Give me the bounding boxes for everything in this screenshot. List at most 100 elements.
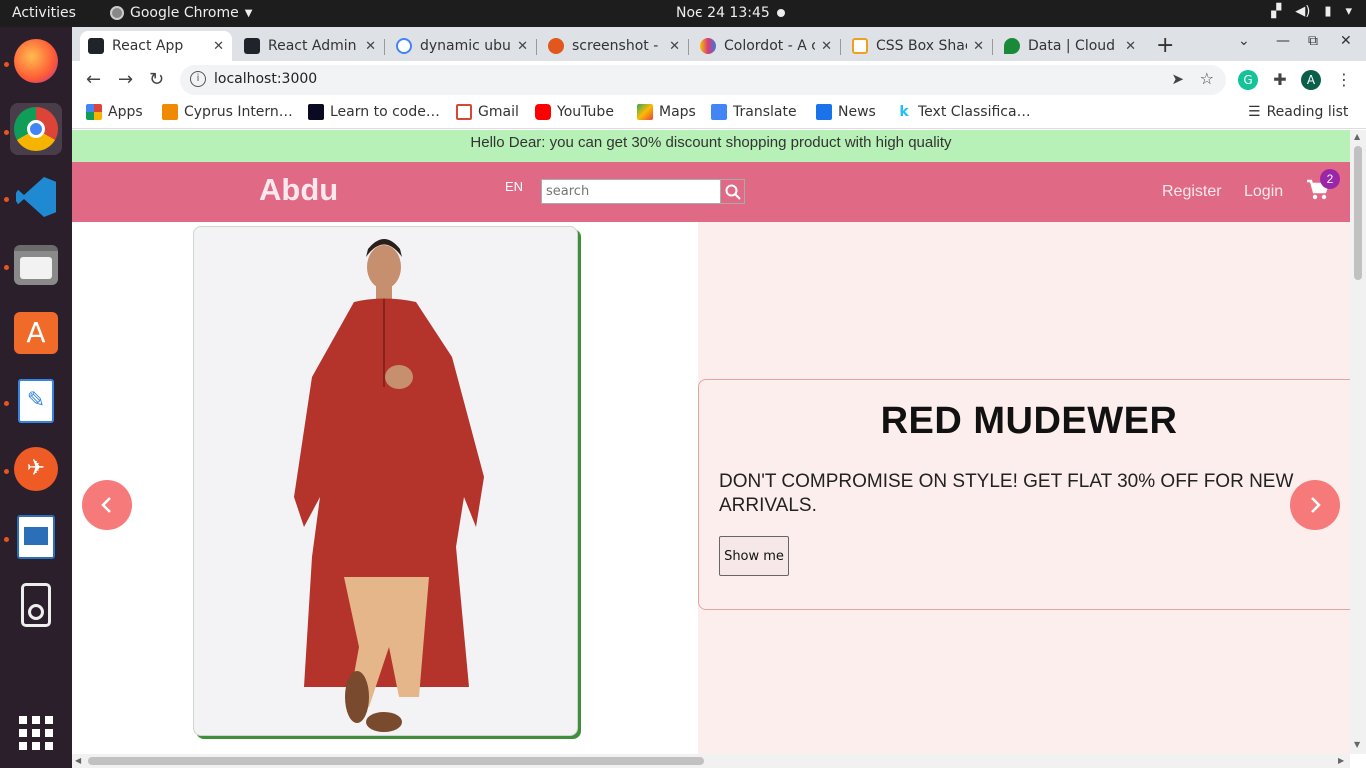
kaggle-icon: k xyxy=(896,104,912,120)
running-indicator xyxy=(4,130,9,135)
hero-slider: RED MUDEWER DON'T COMPROMISE ON STYLE! G… xyxy=(72,222,1350,754)
notification-dot-icon xyxy=(777,9,785,17)
postman-icon[interactable]: ✈ xyxy=(10,443,62,495)
bookmark-label: Translate xyxy=(733,104,797,120)
slide-title: RED MUDEWER xyxy=(880,400,1178,442)
app-grid-icon[interactable] xyxy=(10,707,62,759)
close-icon[interactable]: ✕ xyxy=(213,39,224,54)
reading-list-button[interactable]: ☰ Reading list xyxy=(1248,104,1348,120)
tray-caret-icon: ▾ xyxy=(1345,4,1352,19)
restore-icon[interactable]: ⧉ xyxy=(1308,33,1318,49)
close-icon[interactable]: ✕ xyxy=(973,39,984,54)
close-icon[interactable]: ✕ xyxy=(517,39,528,54)
tab-dynamic-ubuntu[interactable]: dynamic ubu ✕ xyxy=(388,31,536,61)
scroll-left-icon[interactable]: ◀ xyxy=(75,756,81,765)
apps-grid-icon xyxy=(86,104,102,120)
reading-list-icon: ☰ xyxy=(1248,104,1261,120)
cyprus-icon xyxy=(162,104,178,120)
slide-info-card: RED MUDEWER DON'T COMPROMISE ON STYLE! G… xyxy=(698,379,1350,610)
search-icon xyxy=(725,184,741,200)
profile-avatar[interactable]: A xyxy=(1301,70,1321,90)
tab-react-app[interactable]: React App ✕ xyxy=(80,31,232,61)
gmail-icon xyxy=(456,104,472,120)
scroll-right-icon[interactable]: ▶ xyxy=(1338,756,1344,765)
writer-icon[interactable] xyxy=(10,511,62,563)
show-me-button[interactable]: Show me xyxy=(719,536,789,576)
login-link[interactable]: Login xyxy=(1244,183,1283,201)
tab-data-cloud[interactable]: Data | Cloud ✕ xyxy=(996,31,1144,61)
slide-description: DON'T COMPROMISE ON STYLE! GET FLAT 30% … xyxy=(719,471,1294,516)
tab-strip: React App ✕ React Admin ✕ dynamic ubu ✕ … xyxy=(72,27,1366,61)
language-selector[interactable]: EN xyxy=(505,179,523,194)
site-logo[interactable]: Abdu xyxy=(259,172,338,208)
url-text[interactable]: localhost:3000 xyxy=(214,71,317,87)
vertical-scrollbar[interactable]: ▲ ▼ xyxy=(1350,130,1366,754)
app-menu-label: Google Chrome xyxy=(130,5,239,21)
address-bar[interactable]: i localhost:3000 ➤ ☆ xyxy=(180,65,1226,95)
bookmark-translate[interactable]: Translate xyxy=(711,104,797,120)
dock: A ✎ ✈ xyxy=(0,27,72,768)
bookmark-apps[interactable]: Apps xyxy=(86,104,143,120)
clock[interactable]: Noє 24 13:45 xyxy=(676,5,770,21)
scroll-up-icon[interactable]: ▲ xyxy=(1354,132,1360,141)
chevron-left-icon xyxy=(101,497,111,513)
reading-list-label: Reading list xyxy=(1266,104,1349,120)
reload-icon[interactable]: ↻ xyxy=(149,69,164,90)
site-info-icon[interactable]: i xyxy=(190,71,206,87)
tab-react-admin[interactable]: React Admin ✕ xyxy=(236,31,384,61)
running-indicator xyxy=(4,265,9,270)
forward-icon[interactable]: → xyxy=(118,69,133,90)
software-center-icon[interactable]: A xyxy=(10,307,62,359)
bookmark-news[interactable]: News xyxy=(816,104,876,120)
close-window-icon[interactable]: ✕ xyxy=(1340,33,1352,49)
search-input[interactable] xyxy=(542,180,720,203)
extensions-icon[interactable]: ✚ xyxy=(1270,70,1290,90)
close-icon[interactable]: ✕ xyxy=(669,39,680,54)
app-menu[interactable]: Google Chrome ▼ xyxy=(110,5,252,21)
bookmark-maps[interactable]: Maps xyxy=(637,104,696,120)
bookmark-cyprus-intern[interactable]: Cyprus Intern… xyxy=(162,104,293,120)
vscode-icon[interactable] xyxy=(10,171,62,223)
search-box xyxy=(541,179,745,204)
close-icon[interactable]: ✕ xyxy=(1125,39,1136,54)
grammarly-icon[interactable]: G xyxy=(1238,70,1258,90)
vertical-scroll-thumb[interactable] xyxy=(1354,146,1362,280)
bookmark-star-icon[interactable]: ☆ xyxy=(1200,69,1214,88)
files-icon[interactable] xyxy=(10,239,62,291)
tab-colordot[interactable]: Colordot - A c ✕ xyxy=(692,31,840,61)
bookmark-youtube[interactable]: YouTube xyxy=(535,104,614,120)
bookmark-gmail[interactable]: Gmail xyxy=(456,104,519,120)
horizontal-scrollbar[interactable]: ◀ ▶ xyxy=(72,754,1350,768)
bookmark-text-classification[interactable]: k Text Classifica… xyxy=(896,104,1031,120)
running-indicator xyxy=(4,537,9,542)
system-tray[interactable]: ▞ ◀) ▮ ▾ xyxy=(1271,4,1352,19)
close-icon[interactable]: ✕ xyxy=(821,39,832,54)
minimize-icon[interactable]: — xyxy=(1276,33,1290,49)
search-button[interactable] xyxy=(720,180,744,203)
chrome-icon[interactable] xyxy=(10,103,62,155)
tab-separator xyxy=(536,39,537,55)
register-link[interactable]: Register xyxy=(1162,183,1222,201)
chrome-small-icon xyxy=(110,6,124,20)
bookmark-label: News xyxy=(838,104,876,120)
horizontal-scroll-thumb[interactable] xyxy=(88,757,704,765)
ask-icon xyxy=(548,38,564,54)
activities-button[interactable]: Activities xyxy=(12,5,76,21)
back-icon[interactable]: ← xyxy=(86,69,101,90)
sd-card-icon[interactable] xyxy=(10,579,62,631)
tab-css-box-shadow[interactable]: CSS Box Shac ✕ xyxy=(844,31,992,61)
menu-kebab-icon[interactable]: ⋮ xyxy=(1334,70,1354,90)
send-icon[interactable]: ➤ xyxy=(1171,70,1184,88)
slide-image-pane xyxy=(72,222,698,754)
firefox-icon[interactable] xyxy=(10,35,62,87)
previous-slide-button[interactable] xyxy=(82,480,132,530)
tab-search-icon[interactable]: ⌄ xyxy=(1238,33,1250,49)
tab-screenshot[interactable]: screenshot - ✕ xyxy=(540,31,688,61)
bookmark-learn-to-code[interactable]: Learn to code… xyxy=(308,104,440,120)
scroll-down-icon[interactable]: ▼ xyxy=(1354,740,1360,749)
next-slide-button[interactable] xyxy=(1290,480,1340,530)
close-icon[interactable]: ✕ xyxy=(365,39,376,54)
new-tab-icon[interactable]: + xyxy=(1156,33,1174,58)
text-editor-icon[interactable]: ✎ xyxy=(10,375,62,427)
colordot-icon xyxy=(700,38,716,54)
